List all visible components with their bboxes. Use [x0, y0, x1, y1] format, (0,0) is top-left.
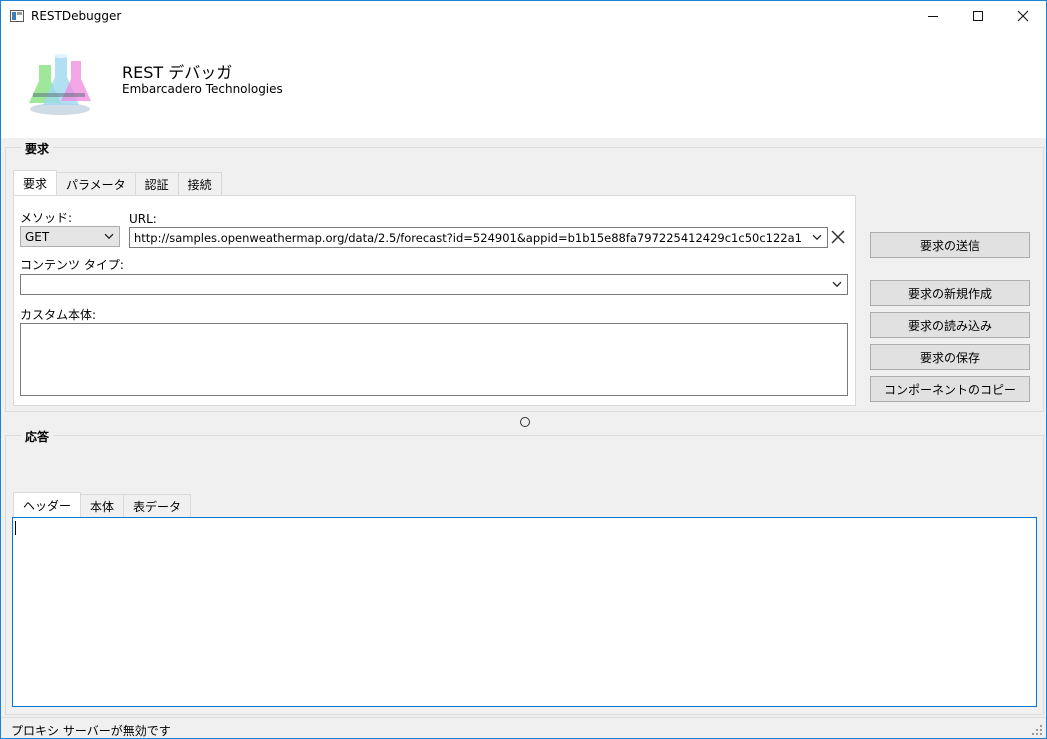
- status-bar: プロキシ サーバーが無効です: [1, 717, 1046, 738]
- header-subtitle: Embarcadero Technologies: [122, 82, 283, 96]
- new-request-button[interactable]: 要求の新規作成: [870, 280, 1030, 306]
- tab-body[interactable]: 本体: [80, 494, 125, 518]
- url-value: http://samples.openweathermap.org/data/2…: [134, 230, 802, 245]
- tab-authentication[interactable]: 認証: [134, 172, 179, 196]
- method-label: メソッド:: [20, 211, 73, 225]
- url-field[interactable]: http://samples.openweathermap.org/data/2…: [129, 227, 828, 248]
- splitter-handle[interactable]: [520, 417, 530, 427]
- flask-logo-icon: [29, 54, 91, 115]
- clear-x-icon: [831, 230, 845, 244]
- text-caret: [15, 521, 16, 535]
- maximize-button[interactable]: [955, 1, 1001, 31]
- tab-request[interactable]: 要求: [13, 170, 58, 196]
- custom-body-label: カスタム本体:: [20, 308, 97, 322]
- request-group-label: 要求: [21, 140, 54, 157]
- response-headers-textarea[interactable]: [12, 517, 1037, 707]
- method-value: GET: [25, 229, 50, 244]
- minimize-icon: [928, 15, 938, 17]
- url-label: URL:: [129, 212, 157, 226]
- custom-body-textarea[interactable]: [20, 323, 848, 396]
- minimize-button[interactable]: [910, 1, 956, 31]
- title-bar[interactable]: RESTDebugger: [1, 1, 1046, 31]
- header-title: REST デバッガ: [122, 63, 233, 82]
- tab-headers[interactable]: ヘッダー: [13, 492, 82, 518]
- header-banner: REST デバッガ Embarcadero Technologies: [1, 31, 1046, 138]
- content-type-select[interactable]: [20, 274, 848, 295]
- copy-components-button[interactable]: コンポーネントのコピー: [870, 376, 1030, 402]
- content-type-label: コンテンツ タイプ:: [20, 258, 124, 272]
- response-tabs: ヘッダー 本体 表データ: [13, 492, 192, 518]
- app-window: RESTDebugger REST デバッガ Embarcadero Techn…: [0, 0, 1047, 739]
- tab-parameters[interactable]: パラメータ: [56, 172, 136, 196]
- size-grip-icon[interactable]: [1032, 725, 1042, 735]
- tab-table-data[interactable]: 表データ: [123, 494, 192, 518]
- window-title: RESTDebugger: [31, 9, 122, 23]
- chevron-down-icon: [832, 281, 842, 287]
- clear-url-button[interactable]: [831, 230, 845, 244]
- save-request-button[interactable]: 要求の保存: [870, 344, 1030, 370]
- status-text: プロキシ サーバーが無効です: [11, 724, 171, 738]
- close-button[interactable]: [1000, 1, 1046, 31]
- load-request-button[interactable]: 要求の読み込み: [870, 312, 1030, 338]
- send-request-button[interactable]: 要求の送信: [870, 232, 1030, 258]
- request-tab-panel: メソッド: GET URL: http://samples.openweathe…: [13, 195, 856, 406]
- app-icon: [10, 10, 24, 22]
- response-group-label: 応答: [21, 428, 54, 445]
- close-icon: [1017, 10, 1029, 22]
- maximize-icon: [973, 11, 983, 21]
- request-tabs: 要求 パラメータ 認証 接続: [13, 170, 222, 196]
- chevron-down-icon: [812, 234, 822, 240]
- method-select[interactable]: GET: [20, 226, 120, 247]
- chevron-down-icon: [104, 233, 114, 239]
- tab-connection[interactable]: 接続: [177, 172, 222, 196]
